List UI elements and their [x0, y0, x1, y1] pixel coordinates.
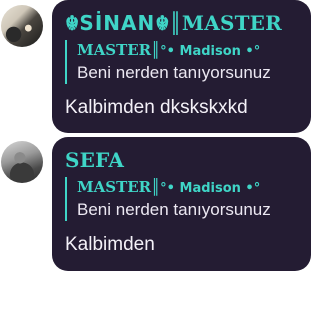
sender-prefix: ☬ — [65, 11, 80, 35]
reply-author: MASTER║°• Madison •° — [77, 40, 299, 62]
reply-author: MASTER║°• Madison •° — [77, 177, 299, 199]
reply-author-tail: °• Madison •° — [160, 44, 261, 59]
avatar[interactable] — [1, 141, 43, 183]
avatar[interactable] — [1, 5, 43, 47]
message-text: Kalbimden — [65, 234, 155, 255]
reply-author-tail: °• Madison •° — [160, 181, 261, 196]
sender-name[interactable]: SEFA — [65, 147, 311, 173]
message-bubble[interactable]: SEFA MASTER║°• Madison •° Beni nerden ta… — [52, 137, 311, 271]
message-bubble[interactable]: ☬SİNAN☬║MASTER MASTER║°• Madison •° Beni… — [52, 0, 311, 133]
reply-author-name: MASTER║ — [77, 41, 161, 59]
sender-suffix: MASTER — [181, 11, 282, 35]
sender-name[interactable]: ☬SİNAN☬║MASTER — [65, 10, 311, 36]
reply-author-name: MASTER║ — [77, 178, 161, 196]
message-text: Kalbimden dkskskxkd — [65, 97, 248, 118]
reply-text: Beni nerden tanıyorsunuz — [77, 63, 271, 82]
sender-name-styled: SİNAN — [79, 11, 156, 35]
reply-quote[interactable]: MASTER║°• Madison •° Beni nerden tanıyor… — [65, 40, 299, 84]
reply-text: Beni nerden tanıyorsunuz — [77, 200, 271, 219]
sender-separator: ☬║ — [155, 11, 182, 35]
reply-quote[interactable]: MASTER║°• Madison •° Beni nerden tanıyor… — [65, 177, 299, 221]
